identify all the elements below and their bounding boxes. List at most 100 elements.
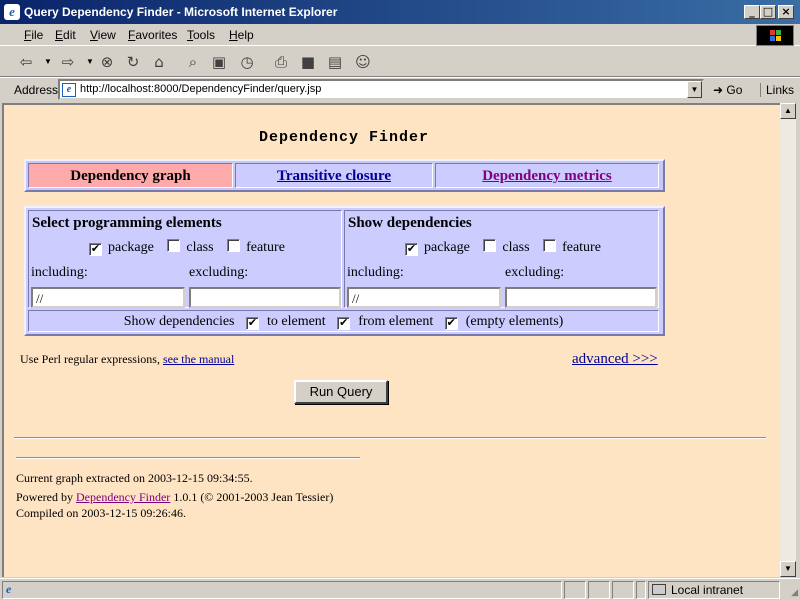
minimize-button[interactable]: _ xyxy=(744,5,760,19)
show-dependencies-label: Show dependencies xyxy=(123,314,235,329)
search-icon[interactable]: ⌕ xyxy=(182,51,204,73)
print-icon[interactable]: ⎙ xyxy=(270,51,292,73)
page-status-icon: e xyxy=(6,582,12,596)
menu-help[interactable]: Help xyxy=(229,28,254,42)
tab-transitive-closure[interactable]: Transitive closure xyxy=(235,163,433,188)
stop-icon[interactable]: ⊗ xyxy=(96,51,118,73)
ie-logo-icon: e xyxy=(4,4,20,20)
select-class-checkbox[interactable] xyxy=(167,239,181,252)
show-feature-checkbox[interactable] xyxy=(543,239,557,252)
from-element-label: from element xyxy=(358,314,434,329)
select-feature-checkbox[interactable] xyxy=(227,239,241,252)
show-dependencies-panel: Show dependencies package class feature … xyxy=(344,210,659,308)
edit-page-icon[interactable]: ▤ xyxy=(324,51,346,73)
regex-note: Use Perl regular expressions, see the ma… xyxy=(20,352,234,367)
windows-logo-icon xyxy=(756,25,794,46)
refresh-icon[interactable]: ↻ xyxy=(122,51,144,73)
resize-grip-icon[interactable]: ◢ xyxy=(791,587,798,598)
back-dropdown-icon[interactable]: ▼ xyxy=(44,51,52,73)
empty-elements-label: (empty elements) xyxy=(465,314,564,329)
select-excluding-label: excluding: xyxy=(189,265,249,280)
to-element-label: to element xyxy=(267,314,326,329)
powered-by-prefix: Powered by xyxy=(16,490,73,504)
select-elements-panel: Select programming elements package clas… xyxy=(28,210,342,308)
show-package-checkbox[interactable] xyxy=(405,243,418,256)
select-scope-row: package class feature xyxy=(89,239,295,256)
query-form: Select programming elements package clas… xyxy=(24,206,665,336)
home-icon[interactable]: ⌂ xyxy=(148,51,170,73)
mail-icon[interactable]: ■ xyxy=(297,51,319,73)
history-icon[interactable]: ◷ xyxy=(236,51,258,73)
menu-edit[interactable]: Edit xyxy=(55,28,76,42)
show-including-input[interactable]: // xyxy=(347,287,501,308)
show-feature-label: feature xyxy=(562,240,601,255)
select-including-label: including: xyxy=(31,265,88,280)
show-package-label: package xyxy=(424,240,470,255)
maximize-button[interactable]: □ xyxy=(760,5,776,19)
menu-favorites[interactable]: Favorites xyxy=(128,28,177,42)
show-dependencies-header: Show dependencies xyxy=(348,215,472,231)
messenger-icon[interactable]: ☺ xyxy=(352,51,374,73)
menu-file[interactable]: File xyxy=(24,28,43,42)
extracted-timestamp: Current graph extracted on 2003-12-15 09… xyxy=(16,471,253,485)
back-icon[interactable]: ⇦ xyxy=(16,51,36,73)
status-pane xyxy=(636,581,646,599)
dependency-finder-link[interactable]: Dependency Finder xyxy=(76,490,170,504)
status-pane xyxy=(612,581,634,599)
powered-by-version: 1.0.1 (© 2001-2003 Jean Tessier) xyxy=(173,490,334,504)
status-pane xyxy=(588,581,610,599)
to-element-checkbox[interactable] xyxy=(246,317,259,330)
select-class-label: class xyxy=(186,240,214,255)
select-excluding-input[interactable] xyxy=(189,287,341,308)
toolbar: ⇦ ▼ ⇨ ▼ ⊗ ↻ ⌂ ⌕ ▣ ◷ ⎙ ■ ▤ ☺ xyxy=(0,47,800,77)
show-including-label: including: xyxy=(347,265,404,280)
empty-elements-checkbox[interactable] xyxy=(444,317,458,330)
scroll-down-icon[interactable]: ▼ xyxy=(780,561,796,577)
tab-dependency-graph[interactable]: Dependency graph xyxy=(28,163,233,188)
from-element-checkbox[interactable] xyxy=(337,317,351,330)
select-package-checkbox[interactable] xyxy=(89,243,102,256)
manual-link[interactable]: see the manual xyxy=(163,352,234,366)
show-options-row: Show dependencies to element from elemen… xyxy=(28,310,659,332)
forward-icon[interactable]: ⇨ xyxy=(58,51,78,73)
show-excluding-label: excluding: xyxy=(505,265,565,280)
page-viewport: Dependency Finder Dependency graph Trans… xyxy=(2,103,780,577)
select-package-label: package xyxy=(108,240,154,255)
select-including-input[interactable]: // xyxy=(31,287,185,308)
show-excluding-input[interactable] xyxy=(505,287,657,308)
scroll-up-icon[interactable]: ▲ xyxy=(780,103,796,119)
select-feature-label: feature xyxy=(246,240,285,255)
address-bar: Address e http://localhost:8000/Dependen… xyxy=(0,77,800,101)
tab-dependency-metrics[interactable]: Dependency metrics xyxy=(435,163,659,188)
forward-dropdown-icon[interactable]: ▼ xyxy=(86,51,94,73)
menu-tools[interactable]: Tools xyxy=(187,28,215,42)
go-button[interactable]: ➜ Go xyxy=(713,83,742,97)
address-dropdown-icon[interactable]: ▼ xyxy=(687,81,702,98)
page-title: Dependency Finder xyxy=(258,129,430,146)
status-text-pane: e xyxy=(2,581,562,599)
links-button[interactable]: Links xyxy=(760,83,794,97)
status-bar: e Local intranet ◢ xyxy=(0,578,800,600)
security-zone-label: Local intranet xyxy=(671,583,744,597)
regex-note-text: Use Perl regular expressions, xyxy=(20,352,160,366)
favorites-icon[interactable]: ▣ xyxy=(208,51,230,73)
compiled-timestamp: Compiled on 2003-12-15 09:26:46. xyxy=(16,506,186,520)
run-query-button[interactable]: Run Query xyxy=(294,380,388,404)
security-zone-pane: Local intranet xyxy=(648,581,780,599)
window-title: Query Dependency Finder - Microsoft Inte… xyxy=(24,5,338,19)
title-bar[interactable]: e Query Dependency Finder - Microsoft In… xyxy=(0,0,800,24)
powered-by: Powered by Dependency Finder 1.0.1 (© 20… xyxy=(16,490,333,505)
footer-divider xyxy=(16,457,360,459)
page-icon: e xyxy=(62,83,76,97)
close-button[interactable]: × xyxy=(778,5,794,19)
address-input[interactable]: e http://localhost:8000/DependencyFinder… xyxy=(58,79,704,100)
tab-bar: Dependency graph Transitive closure Depe… xyxy=(24,159,665,192)
address-label: Address xyxy=(14,83,59,97)
menu-view[interactable]: View xyxy=(90,28,116,42)
vertical-scrollbar[interactable]: ▲ ▼ xyxy=(780,103,796,577)
advanced-link[interactable]: advanced >>> xyxy=(572,351,658,368)
show-class-checkbox[interactable] xyxy=(483,239,497,252)
status-pane xyxy=(564,581,586,599)
divider xyxy=(14,437,766,439)
select-elements-header: Select programming elements xyxy=(32,215,222,231)
